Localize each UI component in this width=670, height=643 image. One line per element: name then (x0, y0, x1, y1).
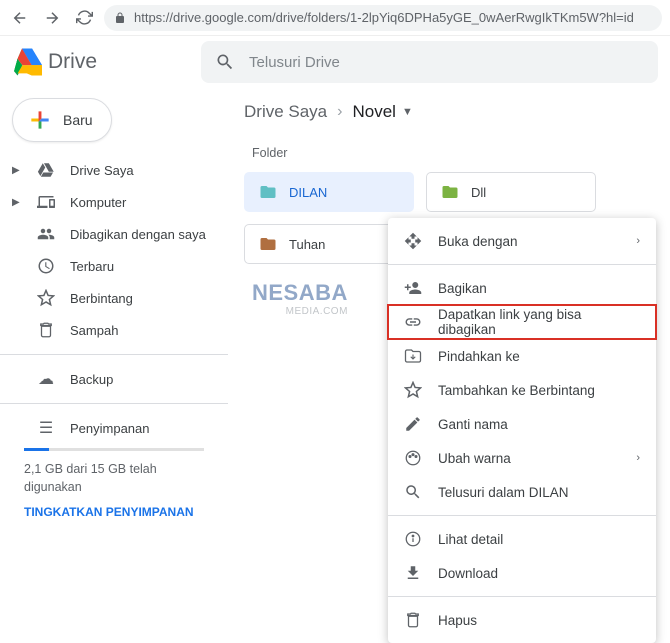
sidebar-item-backup[interactable]: ☁ Backup (0, 363, 228, 395)
url-bar[interactable]: https://drive.google.com/drive/folders/1… (104, 5, 662, 31)
breadcrumb: Drive Saya › Novel ▼ (244, 92, 654, 132)
forward-button[interactable] (40, 6, 64, 30)
divider (388, 264, 656, 265)
plus-icon (27, 107, 53, 133)
app-header: Drive Telusuri Drive (0, 36, 670, 88)
upgrade-link[interactable]: TINGKATKAN PENYIMPANAN (24, 504, 204, 521)
star-icon (36, 289, 56, 307)
search-icon (404, 483, 422, 501)
context-menu-item[interactable]: Buka dengan› (388, 224, 656, 258)
folder-icon (259, 183, 277, 201)
backup-icon: ☁ (36, 369, 56, 389)
breadcrumb-root[interactable]: Drive Saya (244, 102, 327, 122)
back-button[interactable] (8, 6, 32, 30)
context-menu-item[interactable]: Pindahkan ke (388, 339, 656, 373)
new-button[interactable]: Baru (12, 98, 112, 142)
sidebar: Baru ▶Drive Saya▶KomputerDibagikan denga… (0, 88, 228, 531)
storage-icon: ☰ (36, 418, 56, 438)
chevron-right-icon: › (337, 103, 342, 121)
context-menu: Buka dengan› BagikanDapatkan link yang bi… (388, 218, 656, 643)
storage-block: 2,1 GB dari 15 GB telah digunakan TINGKA… (0, 448, 228, 521)
chevron-right-icon: › (636, 235, 640, 247)
sidebar-item-star[interactable]: Berbintang (0, 282, 228, 314)
star-icon (404, 381, 422, 399)
context-menu-item[interactable]: Lihat detail (388, 522, 656, 556)
folder-icon (441, 183, 459, 201)
new-label: Baru (63, 112, 93, 128)
context-menu-item[interactable]: Tambahkan ke Berbintang (388, 373, 656, 407)
search-icon (215, 52, 235, 72)
browser-bar: https://drive.google.com/drive/folders/1… (0, 0, 670, 36)
link-icon (404, 313, 422, 331)
context-menu-item[interactable]: Telusuri dalam DILAN (388, 475, 656, 509)
drive-icon (36, 161, 56, 179)
trash-icon (36, 321, 56, 339)
section-label: Folder (252, 146, 654, 160)
context-menu-item[interactable]: Dapatkan link yang bisa dibagikan (388, 305, 656, 339)
divider (0, 403, 228, 404)
folder-icon (259, 235, 277, 253)
trash-icon (404, 611, 422, 629)
sidebar-item-people[interactable]: Dibagikan dengan saya (0, 218, 228, 250)
chevron-right-icon: › (636, 452, 640, 464)
context-menu-item[interactable]: Bagikan (388, 271, 656, 305)
reload-button[interactable] (72, 6, 96, 30)
storage-usage: 2,1 GB dari 15 GB telah digunakan (24, 461, 204, 496)
move-cursor-icon (404, 232, 422, 250)
divider (388, 596, 656, 597)
person-add-icon (404, 279, 422, 297)
sidebar-item-storage[interactable]: ☰ Penyimpanan (0, 412, 228, 444)
download-icon (404, 564, 422, 582)
sidebar-item-trash[interactable]: Sampah (0, 314, 228, 346)
people-icon (36, 225, 56, 243)
context-menu-item[interactable]: Ubah warna› (388, 441, 656, 475)
sidebar-item-clock[interactable]: Terbaru (0, 250, 228, 282)
move-folder-icon (404, 347, 422, 365)
sidebar-item-drive[interactable]: ▶Drive Saya (0, 154, 228, 186)
context-menu-item[interactable]: Download (388, 556, 656, 590)
context-menu-item[interactable]: Hapus (388, 603, 656, 637)
edit-icon (404, 415, 422, 433)
palette-icon (404, 449, 422, 467)
breadcrumb-current[interactable]: Novel ▼ (352, 102, 412, 122)
chevron-down-icon: ▼ (402, 106, 413, 118)
context-menu-item[interactable]: Ganti nama (388, 407, 656, 441)
folder-card[interactable]: Dll (426, 172, 596, 212)
url-text: https://drive.google.com/drive/folders/1… (134, 10, 634, 25)
sidebar-item-devices[interactable]: ▶Komputer (0, 186, 228, 218)
info-icon (404, 530, 422, 548)
folder-card[interactable]: DILAN (244, 172, 414, 212)
app-name: Drive (48, 50, 97, 74)
search-placeholder: Telusuri Drive (249, 54, 340, 71)
drive-logo-icon (12, 48, 42, 76)
divider (0, 354, 228, 355)
lock-icon (114, 12, 126, 24)
search-input[interactable]: Telusuri Drive (201, 41, 658, 83)
clock-icon (36, 257, 56, 275)
devices-icon (36, 193, 56, 211)
divider (388, 515, 656, 516)
storage-bar (24, 448, 204, 451)
